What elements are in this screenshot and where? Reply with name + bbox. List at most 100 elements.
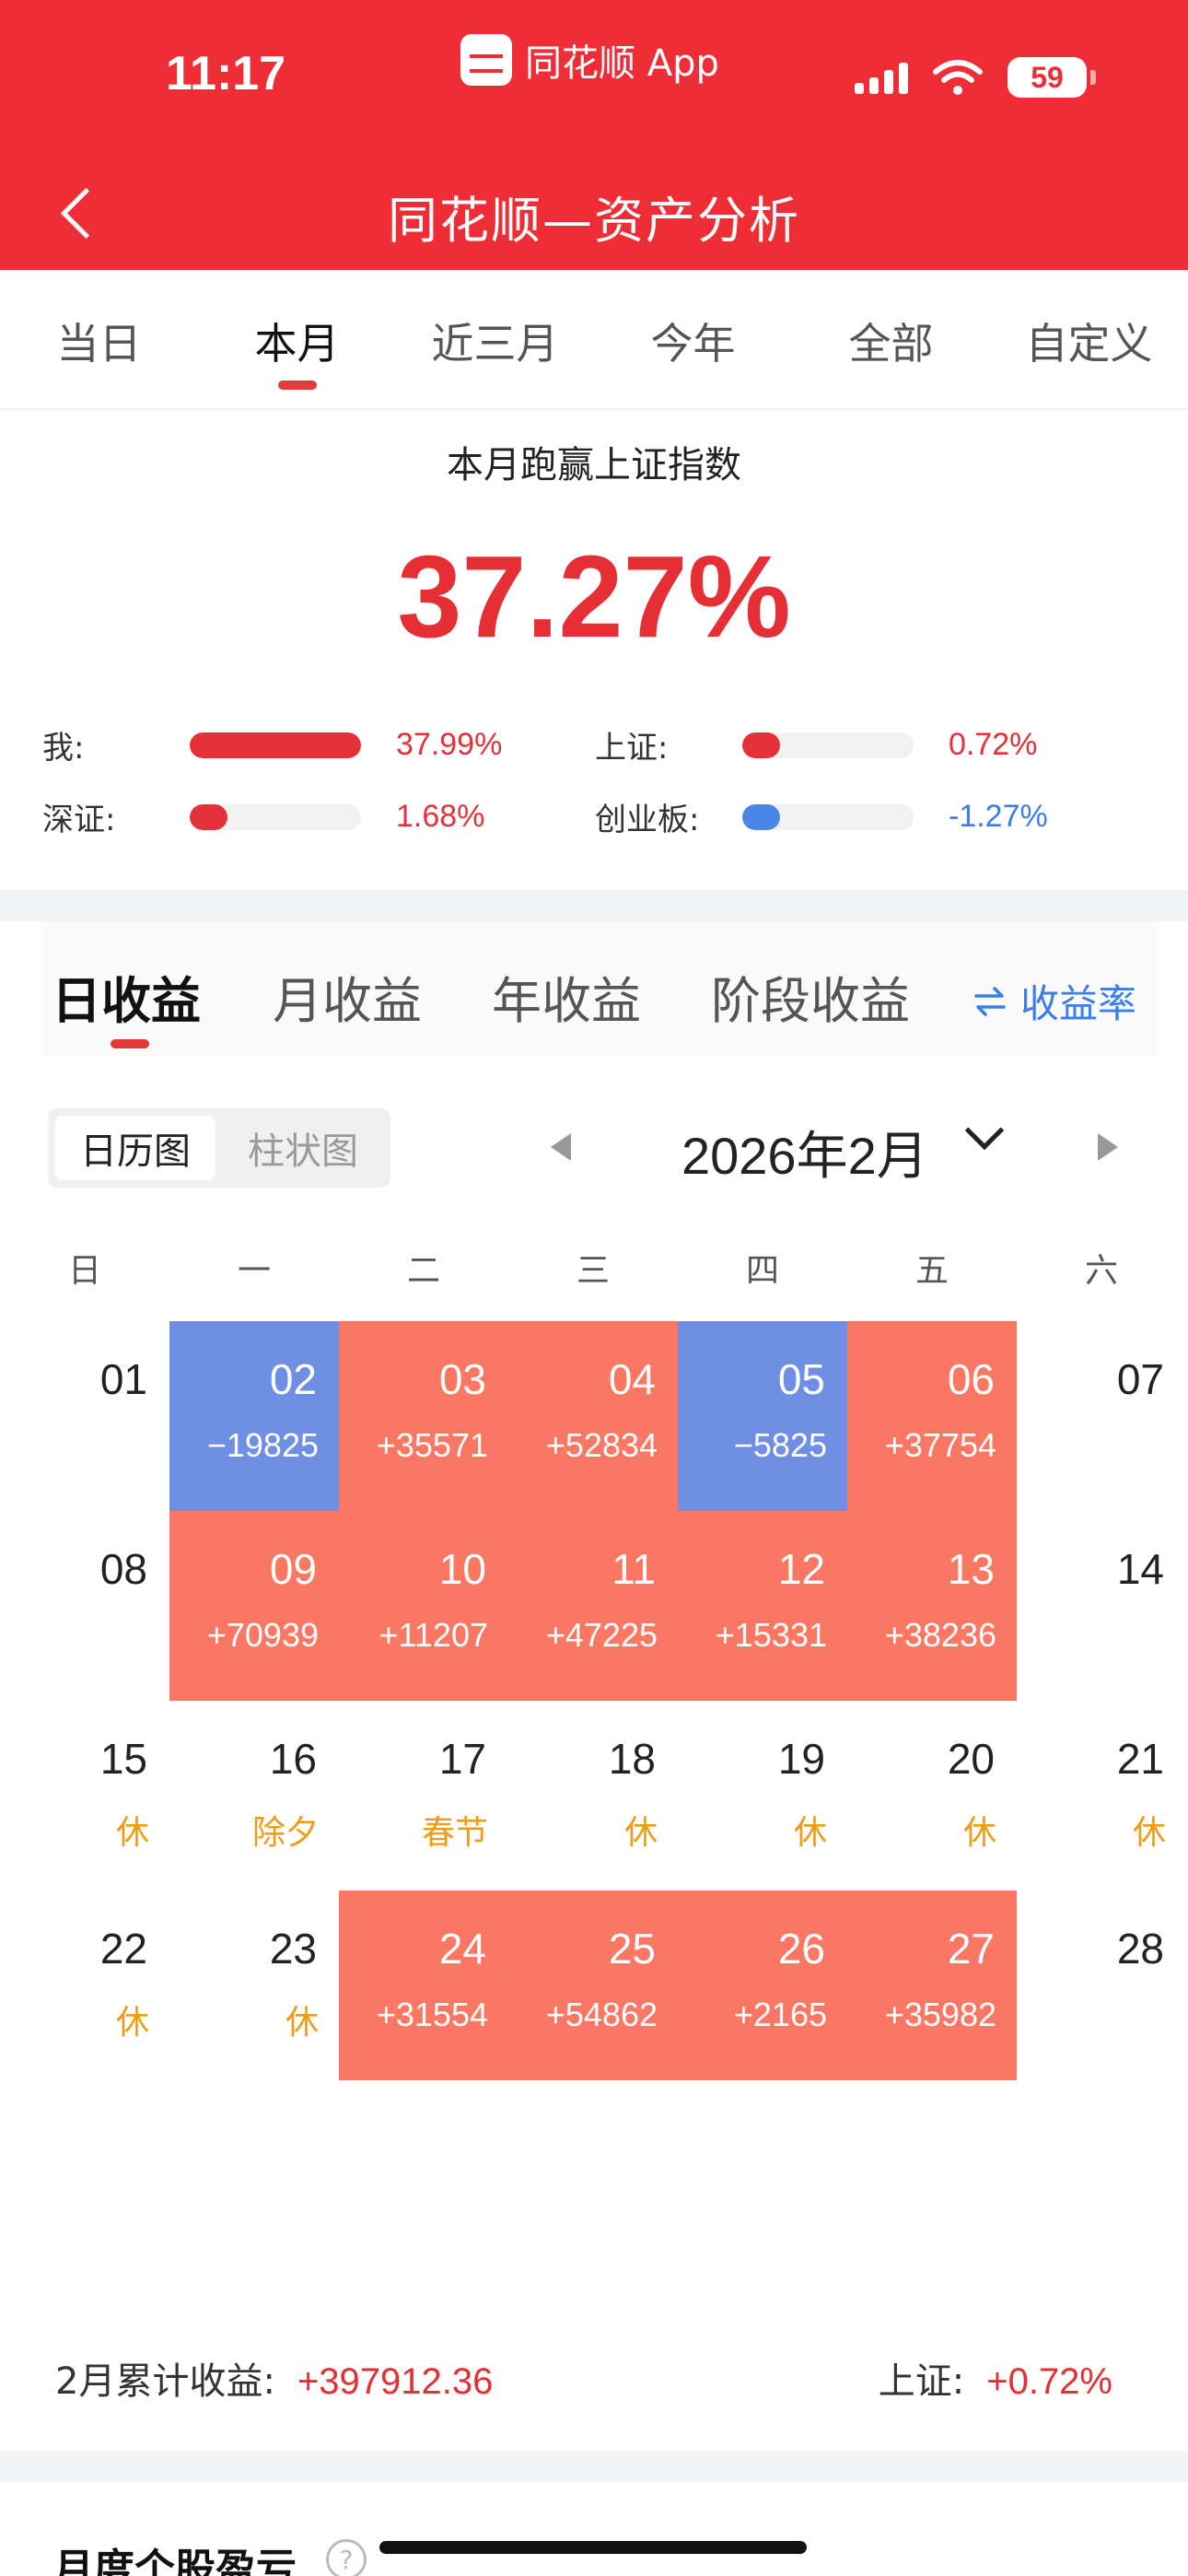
calendar-day-number: 19: [777, 1735, 825, 1783]
calendar-day-cell[interactable]: 20 休: [847, 1701, 1017, 1891]
calendar-day-cell[interactable]: 27 +35982: [847, 1891, 1017, 2080]
compare-bar: [190, 732, 361, 758]
app-badge[interactable]: 同花顺 App: [460, 33, 719, 87]
calendar-day-cell[interactable]: 18 休: [508, 1701, 678, 1891]
calendar-day-value: 休: [285, 2004, 319, 2042]
tab-this-month[interactable]: 本月: [198, 270, 396, 408]
calendar-day-number: 17: [438, 1735, 486, 1783]
calendar-day-cell[interactable]: 24 +31554: [339, 1891, 508, 2080]
calendar-day-cell[interactable]: 13 +38236: [847, 1511, 1017, 1701]
calendar-day-cell[interactable]: 28: [1017, 1891, 1186, 2080]
calendar-day-value: 休: [115, 1814, 149, 1852]
section-title: 月度个股盈亏: [53, 2546, 297, 2576]
calendar-day-number: 14: [1116, 1545, 1164, 1593]
tab-today[interactable]: 当日: [0, 270, 198, 408]
calendar-day-cell[interactable]: 05 −5825: [678, 1321, 847, 1511]
calendar-day-cell[interactable]: 22 休: [0, 1891, 169, 2080]
calendar-day-cell[interactable]: 01: [0, 1321, 169, 1511]
status-icons: 59: [855, 57, 1096, 98]
calendar-day-number: 04: [608, 1355, 656, 1403]
weekday-sat: 六: [1084, 1252, 1118, 1290]
tab-daily-profit[interactable]: 日收益: [52, 960, 201, 1033]
compare-label: 深证:: [42, 802, 116, 838]
tab-stage-profit[interactable]: 阶段收益: [711, 960, 910, 1033]
section-divider: [0, 2451, 1188, 2482]
compare-value: 37.99%: [396, 727, 503, 762]
compare-row-shenzhen: 深证: 1.68%: [42, 794, 484, 839]
calendar-day-number: 18: [608, 1735, 656, 1783]
calendar-day-number: 02: [269, 1355, 317, 1403]
calendar-day-number: 20: [947, 1735, 995, 1783]
calendar-day-cell[interactable]: 23 休: [169, 1891, 339, 2080]
calendar-day-cell[interactable]: 12 +15331: [678, 1511, 847, 1701]
calendar-day-cell[interactable]: 16 除夕: [169, 1701, 339, 1891]
calendar-day-value: +38236: [884, 1616, 996, 1654]
prev-month-icon[interactable]: [551, 1133, 571, 1161]
compare-bar-fill: [742, 732, 780, 758]
compare-bar-fill: [742, 803, 780, 830]
compare-label: 上证:: [595, 730, 669, 767]
tab-custom[interactable]: 自定义: [990, 270, 1188, 408]
section-divider: [0, 890, 1188, 921]
calendar-day-value: 休: [1132, 1814, 1166, 1852]
index-total-value: +0.72%: [986, 2361, 1112, 2402]
calendar-day-cell[interactable]: 08: [0, 1511, 169, 1701]
tab-yearly-profit[interactable]: 年收益: [492, 960, 641, 1033]
calendar-day-cell[interactable]: 04 +52834: [508, 1321, 678, 1511]
calendar-day-value: +15331: [715, 1616, 827, 1654]
page-title: 同花顺—资产分析: [388, 192, 800, 250]
compare-label: 创业板:: [595, 802, 700, 838]
weekday-thu: 四: [745, 1252, 779, 1290]
calendar-day-number: 05: [777, 1355, 825, 1403]
calendar-day-cell[interactable]: 14: [1017, 1511, 1186, 1701]
calendar-day-cell[interactable]: 21 休: [1017, 1701, 1186, 1891]
calendar-day-number: 15: [99, 1735, 147, 1783]
weekday-wed: 三: [576, 1252, 610, 1290]
calendar-day-cell[interactable]: 11 +47225: [508, 1511, 678, 1701]
app-header: 11:17 同花顺 App 59 同花顺—资产分析: [0, 0, 1188, 270]
calendar-day-value: +70939: [206, 1616, 319, 1654]
compare-bar: [742, 732, 914, 758]
calendar-day-value: 休: [623, 1814, 658, 1852]
calendar-day-number: 08: [99, 1545, 147, 1593]
monthly-total-value: +397912.36: [297, 2361, 494, 2402]
calendar-day-cell[interactable]: 17 春节: [339, 1701, 508, 1891]
next-month-icon[interactable]: [1098, 1133, 1118, 1161]
calendar-day-cell[interactable]: 07: [1017, 1321, 1186, 1511]
summary-title: 本月跑赢上证指数: [447, 444, 741, 486]
calendar-day-cell[interactable]: 15 休: [0, 1701, 169, 1891]
calendar-view-button[interactable]: 日历图: [55, 1116, 215, 1180]
bar-view-button[interactable]: 柱状图: [223, 1116, 383, 1180]
compare-value: 1.68%: [396, 799, 485, 834]
calendar-day-cell[interactable]: 10 +11207: [339, 1511, 508, 1701]
compare-row-me: 我: 37.99%: [42, 722, 502, 767]
tab-this-year[interactable]: 今年: [594, 270, 792, 408]
calendar-day-number: 16: [269, 1735, 317, 1783]
calendar-day-value: 休: [962, 1814, 996, 1852]
chevron-down-icon[interactable]: [964, 1110, 1005, 1151]
calendar-day-cell[interactable]: 26 +2165: [678, 1891, 847, 2080]
calendar-day-value: −19825: [206, 1426, 319, 1464]
calendar-day-cell[interactable]: 02 −19825: [169, 1321, 339, 1511]
calendar-day-value: +31554: [376, 1996, 488, 2033]
app-name: 同花顺 App: [525, 42, 719, 85]
month-label[interactable]: 2026年2月: [681, 1115, 928, 1189]
calendar-day-value: +2165: [733, 1996, 827, 2033]
calendar-day-number: 01: [99, 1355, 147, 1403]
calendar-day-value: +35571: [376, 1426, 488, 1464]
calendar-day-cell[interactable]: 09 +70939: [169, 1511, 339, 1701]
calendar-day-number: 24: [438, 1925, 486, 1973]
calendar-day-cell[interactable]: 03 +35571: [339, 1321, 508, 1511]
tab-three-months[interactable]: 近三月: [396, 270, 594, 408]
calendar-day-cell[interactable]: 25 +54862: [508, 1891, 678, 2080]
tab-all[interactable]: 全部: [792, 270, 990, 408]
help-icon[interactable]: ?: [326, 2539, 367, 2576]
calendar-day-cell[interactable]: 19 休: [678, 1701, 847, 1891]
calendar-day-cell[interactable]: 06 +37754: [847, 1321, 1017, 1511]
tab-monthly-profit[interactable]: 月收益: [273, 960, 422, 1033]
rate-toggle-button[interactable]: 收益率: [973, 973, 1136, 1029]
battery-icon: 59: [1007, 57, 1096, 98]
monthly-total: 2月累计收益: +397912.36: [55, 2351, 493, 2405]
rate-toggle-label: 收益率: [1019, 981, 1136, 1026]
calendar-day-value: 休: [115, 2004, 149, 2042]
